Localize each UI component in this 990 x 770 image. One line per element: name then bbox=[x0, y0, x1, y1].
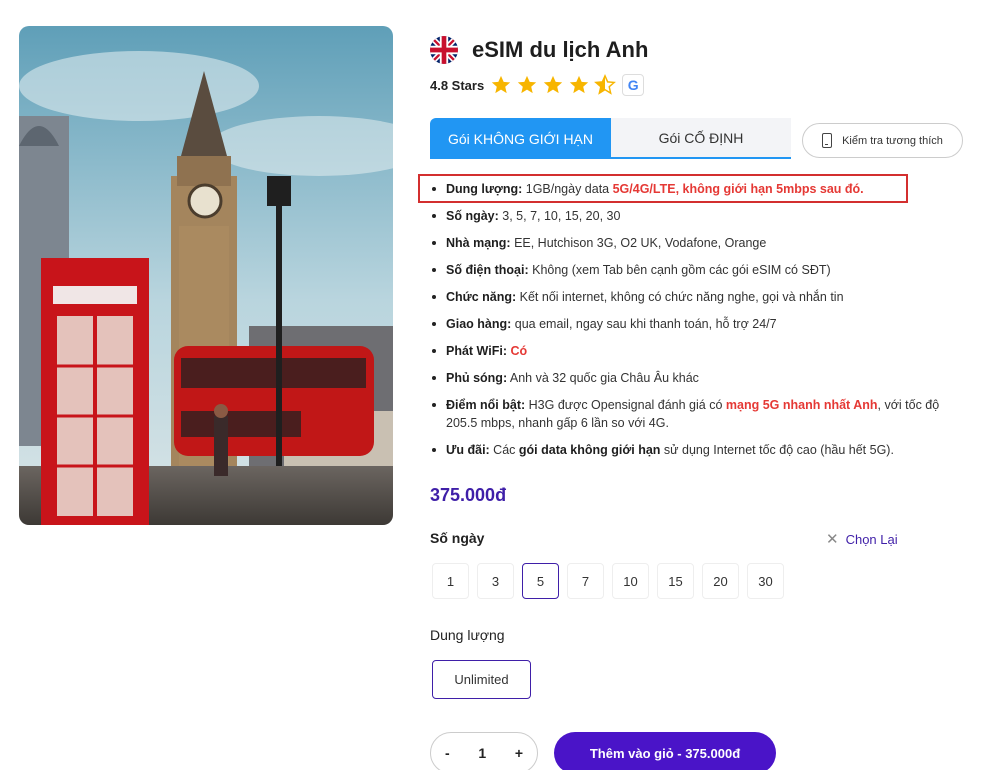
increase-button[interactable]: + bbox=[515, 745, 523, 761]
price: 375.000đ bbox=[430, 485, 507, 505]
page-title: eSIM du lịch Anh bbox=[472, 37, 649, 62]
days-label: Số ngày bbox=[430, 530, 485, 546]
day-option[interactable]: 30 bbox=[747, 563, 784, 599]
spec-item: Số ngày: 3, 5, 7, 10, 15, 20, 30 bbox=[430, 207, 970, 225]
reset-label: Chọn Lại bbox=[845, 531, 898, 547]
spec-item: Ưu đãi: Các gói data không giới hạn sử d… bbox=[430, 441, 970, 459]
spec-item: Dung lượng: 1GB/ngày data 5G/4G/LTE, khô… bbox=[430, 180, 970, 198]
day-option[interactable]: 7 bbox=[567, 563, 604, 599]
spec-item: Phủ sóng: Anh và 32 quốc gia Châu Âu khá… bbox=[430, 369, 970, 387]
uk-flag-icon bbox=[430, 36, 458, 64]
star-icon bbox=[490, 74, 512, 96]
half-star-icon bbox=[594, 74, 617, 96]
spec-item: Số điện thoại: Không (xem Tab bên cạnh g… bbox=[430, 261, 970, 279]
quantity-value[interactable]: 1 bbox=[478, 745, 486, 761]
day-option[interactable]: 3 bbox=[477, 563, 514, 599]
spec-item: Chức năng: Kết nối internet, không có ch… bbox=[430, 288, 970, 306]
spec-item: Nhà mạng: EE, Hutchison 3G, O2 UK, Vodaf… bbox=[430, 234, 970, 252]
close-icon: ✕ bbox=[826, 531, 839, 548]
day-option[interactable]: 1 bbox=[432, 563, 469, 599]
tab-unlimited[interactable]: Gói KHÔNG GIỚI HẠN bbox=[430, 118, 611, 159]
product-image bbox=[19, 26, 393, 525]
title-row: eSIM du lịch Anh bbox=[430, 36, 648, 64]
check-compatibility-label: Kiểm tra tương thích bbox=[842, 134, 943, 147]
rating-text: 4.8 Stars bbox=[430, 77, 485, 93]
day-option[interactable]: 15 bbox=[657, 563, 694, 599]
day-option[interactable]: 10 bbox=[612, 563, 649, 599]
package-tabs: Gói KHÔNG GIỚI HẠN Gói CỐ ĐỊNH bbox=[430, 118, 791, 159]
google-icon: G bbox=[622, 74, 645, 96]
day-option[interactable]: 20 bbox=[702, 563, 739, 599]
spec-item: Phát WiFi: Có bbox=[430, 342, 970, 360]
day-option-selected[interactable]: 5 bbox=[522, 563, 559, 599]
star-icon bbox=[568, 74, 590, 96]
days-selector: 1 3 5 7 10 15 20 30 bbox=[432, 563, 792, 599]
phone-icon bbox=[822, 133, 833, 148]
star-icon bbox=[516, 74, 538, 96]
spec-item: Điểm nổi bật: H3G được Opensignal đánh g… bbox=[430, 396, 970, 432]
tab-fixed[interactable]: Gói CỐ ĐỊNH bbox=[611, 118, 791, 159]
check-compatibility-button[interactable]: Kiểm tra tương thích bbox=[802, 123, 963, 158]
data-label: Dung lượng bbox=[430, 627, 505, 643]
rating-row: 4.8 Stars G bbox=[430, 74, 645, 96]
reset-button[interactable]: ✕ Chọn Lại bbox=[826, 530, 898, 548]
quantity-stepper: - 1 + bbox=[430, 732, 538, 770]
add-to-cart-button[interactable]: Thêm vào giỏ - 375.000đ bbox=[554, 732, 776, 770]
decrease-button[interactable]: - bbox=[445, 745, 450, 761]
spec-item: Giao hàng: qua email, ngay sau khi thanh… bbox=[430, 315, 970, 333]
data-option-unlimited[interactable]: Unlimited bbox=[432, 660, 531, 699]
spec-list: Dung lượng: 1GB/ngày data 5G/4G/LTE, khô… bbox=[430, 180, 970, 468]
star-icon bbox=[542, 74, 564, 96]
